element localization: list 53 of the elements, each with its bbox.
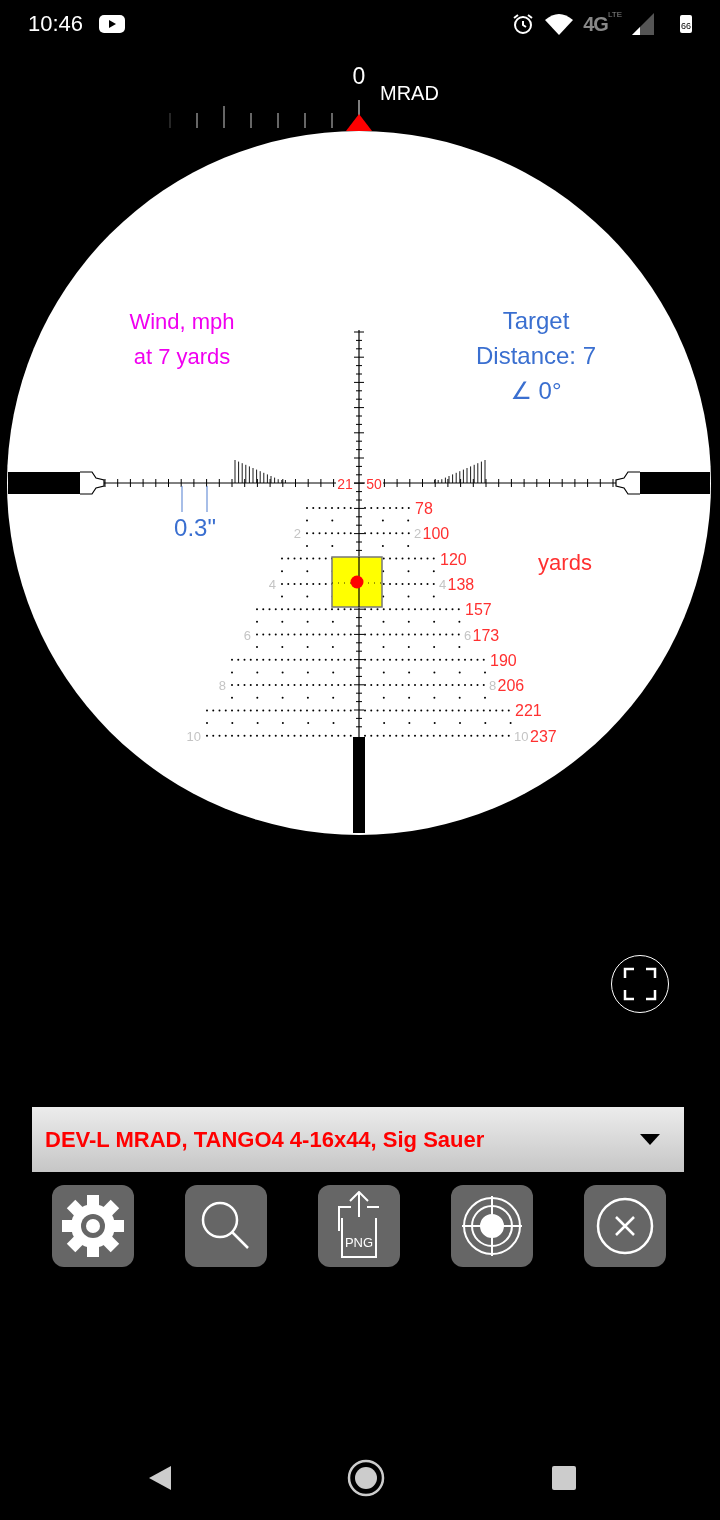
wifi-icon [545,13,574,35]
home-button[interactable] [347,1459,385,1497]
wind-label: at 7 yards [133,344,231,369]
range-unit: yards [538,550,592,575]
range-label: 157 [465,601,492,619]
mil-label: 6 [243,627,251,643]
mil-label: 10 [186,728,201,744]
range-label: 120 [440,550,467,568]
clock-time: 10:46 [28,11,84,37]
recents-button[interactable] [551,1465,577,1491]
pointer-icon [346,114,372,131]
range-label: 206 [497,677,525,695]
range-label: 78 [415,500,433,517]
range-label: 237 [530,727,557,745]
range-label: 173 [472,626,500,644]
settings-button[interactable] [52,1185,134,1267]
wind-marker-label: 0.3" [174,514,216,541]
range-label: 190 [490,651,517,669]
mil-label: 10 [514,728,529,744]
target-button[interactable] [451,1185,533,1267]
battery-indicator: 66 [680,15,692,33]
mil-label: 8 [489,678,497,694]
export-button[interactable]: PNG [318,1185,400,1267]
close-button[interactable] [584,1185,666,1267]
holdover-label: 50 [366,476,382,492]
caret-icon [640,1134,660,1145]
mil-label: 8 [218,678,226,694]
mil-label: 4 [439,576,447,592]
fullscreen-icon [623,967,657,1001]
settings-icon [60,1193,126,1259]
range-label: 100 [422,525,450,543]
network-subtype: LTE [607,10,622,19]
range-label: 221 [515,702,542,720]
target-icon [459,1193,525,1259]
target-square [331,556,383,608]
scale-value: 0 [352,63,366,89]
holdover-label: 21 [337,476,353,492]
video-play-icon [99,15,126,33]
target-info: Distance: 7 [475,342,597,369]
aim-dot [350,575,364,589]
back-button[interactable] [147,1464,173,1492]
mil-label: 2 [293,526,301,542]
mil-label: 6 [464,627,472,643]
search-button[interactable] [185,1185,267,1267]
mil-label: 2 [414,526,422,542]
target-info: ∠ 0° [510,377,562,404]
range-label: 138 [447,575,475,593]
signal-icon [632,13,654,35]
target-info: Target [502,307,570,334]
wind-label: Wind, mph [129,309,235,334]
mil-label: 4 [268,576,276,592]
scale-unit: MRAD [380,82,439,104]
network-type: 4G [583,12,608,36]
